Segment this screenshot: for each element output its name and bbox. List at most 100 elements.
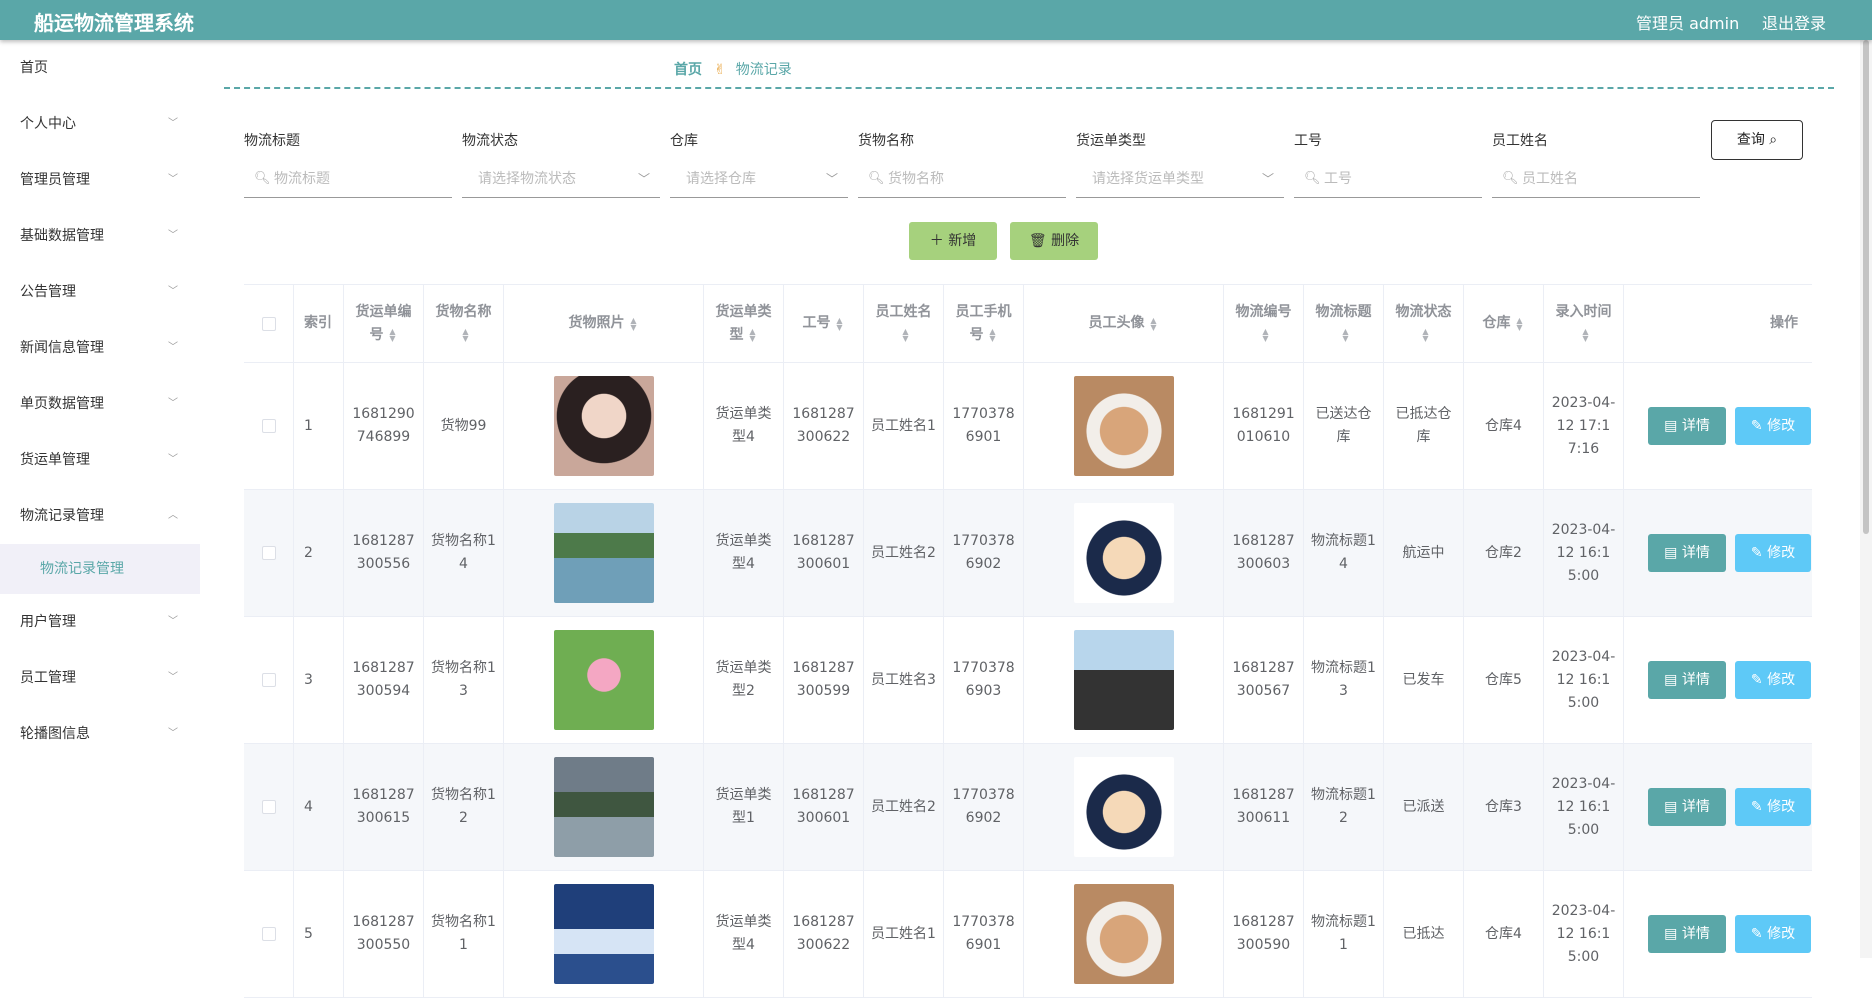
table-row: 1 1681290746899 货物99 货运单类型4 1681287300622 员工姓…	[244, 363, 1812, 490]
header-order-type[interactable]: 货运单类型 ▲ ▼	[704, 285, 784, 362]
row-checkbox[interactable]	[261, 419, 276, 433]
sort-icon[interactable]: ▲ ▼	[835, 316, 845, 331]
edit-button[interactable]: ✎ 修改	[1735, 661, 1811, 699]
filter-order-type: 货运单类型 请选择货运单类型 ﹀	[1076, 130, 1284, 198]
current-user: 管理员 admin	[1636, 14, 1740, 33]
header-emp-avatar[interactable]: 员工头像 ▲ ▼	[1024, 285, 1224, 362]
sort-icon[interactable]: ▲ ▼	[388, 327, 398, 342]
add-button[interactable]: ＋ 新增	[909, 222, 997, 260]
emp-avatar[interactable]	[1073, 503, 1174, 603]
sort-icon[interactable]: ▲ ▼	[1341, 327, 1351, 342]
emp-avatar[interactable]	[1073, 376, 1174, 476]
sidebar-item-carousel[interactable]: 轮播图信息 ﹀	[0, 706, 200, 762]
sort-icon[interactable]: ▲ ▼	[1515, 316, 1525, 331]
emp-avatar-cell	[1024, 871, 1224, 997]
header-logistics-no[interactable]: 物流编号 ▲ ▼	[1224, 285, 1304, 362]
sidebar-item-profile[interactable]: 个人中心 ﹀	[0, 96, 200, 152]
sidebar-item-home[interactable]: 首页	[0, 40, 200, 96]
sidebar-item-admin[interactable]: 管理员管理 ﹀	[0, 152, 200, 208]
sort-icon[interactable]: ▲ ▼	[748, 327, 758, 342]
header-logistics-title[interactable]: 物流标题 ▲ ▼	[1304, 285, 1384, 362]
sort-icon[interactable]: ▲ ▼	[1581, 327, 1591, 342]
header-emp-phone[interactable]: 员工手机号 ▲ ▼	[944, 285, 1024, 362]
goods-photo[interactable]	[553, 757, 654, 857]
scrollbar-thumb[interactable]	[1863, 40, 1869, 534]
row-checkbox[interactable]	[261, 673, 276, 687]
order-type-select[interactable]: 请选择货运单类型 ﹀	[1076, 162, 1284, 198]
sidebar-item-employees[interactable]: 员工管理 ﹀	[0, 650, 200, 706]
sidebar-item-logistics[interactable]: 物流记录管理 ︿	[0, 488, 200, 544]
sort-icon[interactable]: ▲ ▼	[1421, 327, 1431, 342]
sort-icon[interactable]: ▲ ▼	[901, 327, 911, 342]
sort-icon[interactable]: ▲ ▼	[1261, 327, 1271, 342]
delete-button[interactable]: 🗑︎ 删除	[1010, 222, 1098, 260]
header-warehouse[interactable]: 仓库 ▲ ▼	[1464, 285, 1544, 362]
emp-avatar[interactable]	[1073, 757, 1174, 857]
cell-text: 货运单类型4	[715, 914, 772, 953]
header-emp-name[interactable]: 员工姓名 ▲ ▼	[864, 285, 944, 362]
cell-goods-name: 货物名称13	[424, 617, 504, 743]
query-button[interactable]: 查询 ⌕	[1711, 120, 1803, 160]
edit-button[interactable]: ✎ 修改	[1735, 534, 1811, 572]
header-entry-time[interactable]: 录入时间 ▲ ▼	[1544, 285, 1624, 362]
edit-button[interactable]: ✎ 修改	[1735, 788, 1811, 826]
detail-button[interactable]: ▤ 详情	[1648, 534, 1726, 572]
edit-button[interactable]: ✎ 修改	[1735, 915, 1811, 953]
sidebar-item-news[interactable]: 新闻信息管理 ﹀	[0, 320, 200, 376]
sidebar-item-notice[interactable]: 公告管理 ﹀	[0, 264, 200, 320]
page-scrollbar[interactable]	[1860, 40, 1872, 958]
logistics-title-input[interactable]: 🔍︎ 物流标题	[244, 162, 452, 198]
row-checkbox[interactable]	[261, 546, 276, 560]
chevron-down-icon: ﹀	[168, 728, 178, 739]
filter-label: 仓库	[670, 133, 698, 149]
cell-logistics-no: 1681287300603	[1224, 490, 1304, 616]
document-icon: ▤	[1664, 799, 1678, 815]
emp-avatar[interactable]	[1073, 884, 1174, 984]
cell-entry-time: 2023-04-12 16:15:00	[1544, 871, 1624, 997]
sort-icon[interactable]: ▲ ▼	[988, 327, 998, 342]
row-checkbox[interactable]	[261, 927, 276, 941]
select-all-checkbox[interactable]	[261, 316, 276, 331]
emp-name-input[interactable]: 🔍︎ 员工姓名	[1492, 162, 1700, 198]
row-checkbox[interactable]	[261, 800, 276, 814]
header-emp-no[interactable]: 工号 ▲ ▼	[784, 285, 864, 362]
sidebar-item-waybill[interactable]: 货运单管理 ﹀	[0, 432, 200, 488]
emp-avatar[interactable]	[1073, 630, 1174, 730]
detail-button[interactable]: ▤ 详情	[1648, 407, 1726, 445]
filter-goods-name: 货物名称 🔍︎ 货物名称	[858, 130, 1066, 198]
header-goods-photo[interactable]: 货物照片 ▲ ▼	[504, 285, 704, 362]
detail-button[interactable]: ▤ 详情	[1648, 661, 1726, 699]
cell-text: 3	[304, 671, 313, 688]
goods-photo[interactable]	[553, 503, 654, 603]
chevron-down-icon: ﹀	[825, 172, 838, 186]
goods-photo[interactable]	[553, 630, 654, 730]
sidebar-item-basic-data[interactable]: 基础数据管理 ﹀	[0, 208, 200, 264]
header-logistics-status[interactable]: 物流状态 ▲ ▼	[1384, 285, 1464, 362]
sidebar-item-single-page[interactable]: 单页数据管理 ﹀	[0, 376, 200, 432]
table-row: 5 1681287300550 货物名称11 货运单类型4 1681287300622 员…	[244, 871, 1812, 998]
goods-photo-cell	[504, 490, 704, 616]
header-goods-name[interactable]: 货物名称 ▲ ▼	[424, 285, 504, 362]
select-placeholder: 请选择物流状态	[478, 171, 576, 187]
goods-photo[interactable]	[553, 884, 654, 984]
breadcrumb-home[interactable]: 首页	[674, 62, 702, 78]
cell-text: 已送达仓库	[1315, 406, 1372, 445]
sort-icon[interactable]: ▲ ▼	[1149, 316, 1159, 331]
sidebar-item-users[interactable]: 用户管理 ﹀	[0, 594, 200, 650]
detail-button[interactable]: ▤ 详情	[1648, 915, 1726, 953]
edit-button[interactable]: ✎ 修改	[1735, 407, 1811, 445]
warehouse-select[interactable]: 请选择仓库 ﹀	[670, 162, 848, 198]
sort-icon[interactable]: ▲ ▼	[629, 316, 639, 331]
header-label: 员工头像	[1088, 315, 1145, 331]
sort-icon[interactable]: ▲ ▼	[461, 327, 471, 342]
goods-photo[interactable]	[553, 376, 654, 476]
cell-emp-phone: 17703786902	[944, 490, 1024, 616]
sidebar-subitem-logistics[interactable]: 物流记录管理	[0, 544, 200, 594]
header-order-no[interactable]: 货运单编号 ▲ ▼	[344, 285, 424, 362]
logout-link[interactable]: 退出登录	[1762, 10, 1826, 34]
detail-button[interactable]: ▤ 详情	[1648, 788, 1726, 826]
goods-name-input[interactable]: 🔍︎ 货物名称	[858, 162, 1066, 198]
emp-no-input[interactable]: 🔍︎ 工号	[1294, 162, 1482, 198]
header-label: 货物照片	[568, 315, 625, 331]
logistics-status-select[interactable]: 请选择物流状态 ﹀	[462, 162, 660, 198]
